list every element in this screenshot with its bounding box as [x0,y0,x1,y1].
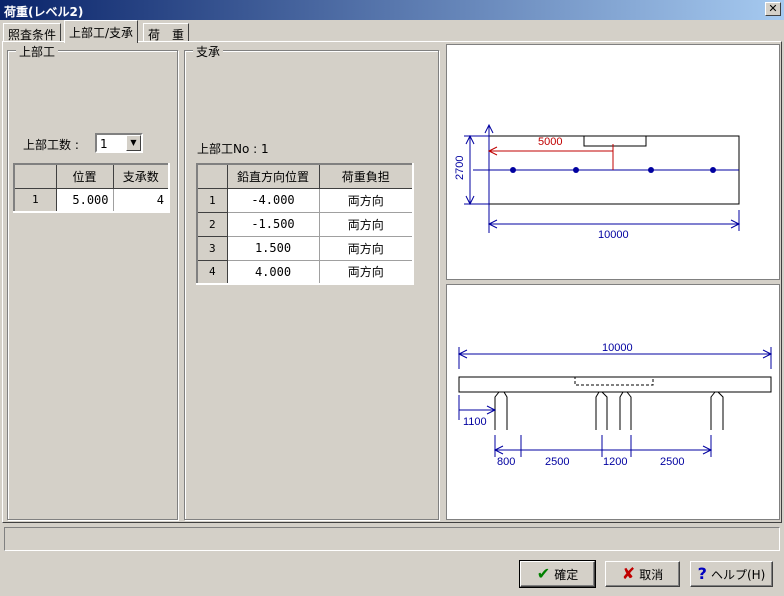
dim-label-2500a: 2500 [545,456,569,468]
dim-label-2500b: 2500 [660,456,684,468]
selected-superstructure-label: 上部工No : 1 [197,142,269,156]
dim-label-10000: 10000 [598,229,629,241]
superstructure-group-title: 上部工 [16,43,59,60]
column-header-position: 位置 [55,163,114,189]
plan-view-drawing: 5000 2700 10000 [454,123,741,241]
dim-label-1100: 1100 [463,416,487,428]
superstructure-count-value: 1 [100,137,108,151]
deck-recess [574,376,654,386]
table-row: 4 4.000 両方向 [196,259,414,285]
deck-notch [583,135,647,147]
table-row: 3 1.500 両方向 [196,235,414,261]
close-icon: ✕ [768,2,778,15]
tab-check-conditions[interactable]: 照査条件 [3,23,62,42]
row-header[interactable]: 3 [196,235,228,261]
column-header-vertical-position: 鉛直方向位置 [226,163,320,189]
cell-vertical-position[interactable]: -4.000 [226,187,320,213]
bearing-point [648,167,654,173]
tab-strip: 照査条件 上部工/支承 荷 重 [0,20,784,43]
bearing-pier [494,391,500,430]
cell-load-share[interactable]: 両方向 [318,211,414,237]
bearing-group: 支承 [184,43,439,520]
cell-bearing-count[interactable]: 4 [112,187,170,213]
superstructure-count-select[interactable]: 1 ▼ [95,133,143,153]
chevron-down-icon[interactable]: ▼ [126,135,141,151]
dim-label-800: 800 [497,456,515,468]
dim-label-5000: 5000 [538,136,562,148]
dim-label-top: 10000 [602,342,633,354]
window-title: 荷重(レベル2) [4,5,84,19]
bearing-pier [710,391,716,430]
cell-load-share[interactable]: 両方向 [318,235,414,261]
cell-vertical-position[interactable]: 4.000 [226,259,320,285]
bearing-point [573,167,579,173]
superstructure-group: 上部工 [7,43,178,520]
table-row: 2 -1.500 両方向 [196,211,414,237]
question-icon: ? [697,564,707,583]
table-row: 1 5.000 4 [13,187,170,213]
cancel-button[interactable]: ✘ 取消 [605,561,680,587]
bearing-pier [619,391,624,430]
elevation-view-drawing: 10000 1100 800 2500 1200 2500 [457,342,773,468]
cell-position[interactable]: 5.000 [55,187,114,213]
bearing-table: 鉛直方向位置 荷重負担 1 -4.000 両方向 2 -1.500 両方向 3 … [196,163,414,285]
ok-button-label: 確定 [554,567,579,582]
x-icon: ✘ [621,564,636,583]
status-bar [4,527,780,551]
cell-vertical-position[interactable]: -1.500 [226,211,320,237]
tab-superstructure-bearing[interactable]: 上部工/支承 [64,20,139,43]
help-button-label: ヘルプ(H) [710,567,766,582]
check-icon: ✔ [536,564,551,583]
row-header[interactable]: 1 [196,187,228,213]
dim-label-2700: 2700 [454,156,466,180]
deck-section [458,376,772,393]
bearing-point [510,167,516,173]
table-corner [13,163,57,189]
superstructure-table: 位置 支承数 1 5.000 4 [13,163,170,213]
table-row: 1 -4.000 両方向 [196,187,414,213]
bearing-point [710,167,716,173]
close-button[interactable]: ✕ [765,2,781,16]
ok-button[interactable]: ✔ 確定 [519,560,596,588]
tab-load[interactable]: 荷 重 [143,23,190,42]
cell-load-share[interactable]: 両方向 [318,187,414,213]
cell-vertical-position[interactable]: 1.500 [226,235,320,261]
cell-load-share[interactable]: 両方向 [318,259,414,285]
title-bar: 荷重(レベル2) ✕ [0,0,784,20]
bearing-pier [595,391,600,430]
column-header-load-share: 荷重負担 [318,163,414,189]
row-header[interactable]: 2 [196,211,228,237]
row-header[interactable]: 1 [13,187,57,213]
dim-label-1200: 1200 [603,456,627,468]
plan-view-diagram: 5000 2700 10000 [446,44,780,280]
help-button[interactable]: ? ヘルプ(H) [690,561,773,587]
cancel-button-label: 取消 [639,567,664,582]
column-header-bearing-count: 支承数 [112,163,170,189]
table-corner [196,163,228,189]
elevation-view-diagram: 10000 1100 800 2500 1200 2500 [446,284,780,520]
bearing-group-title: 支承 [193,43,224,60]
row-header[interactable]: 4 [196,259,228,285]
superstructure-count-label: 上部工数 : [23,138,79,152]
